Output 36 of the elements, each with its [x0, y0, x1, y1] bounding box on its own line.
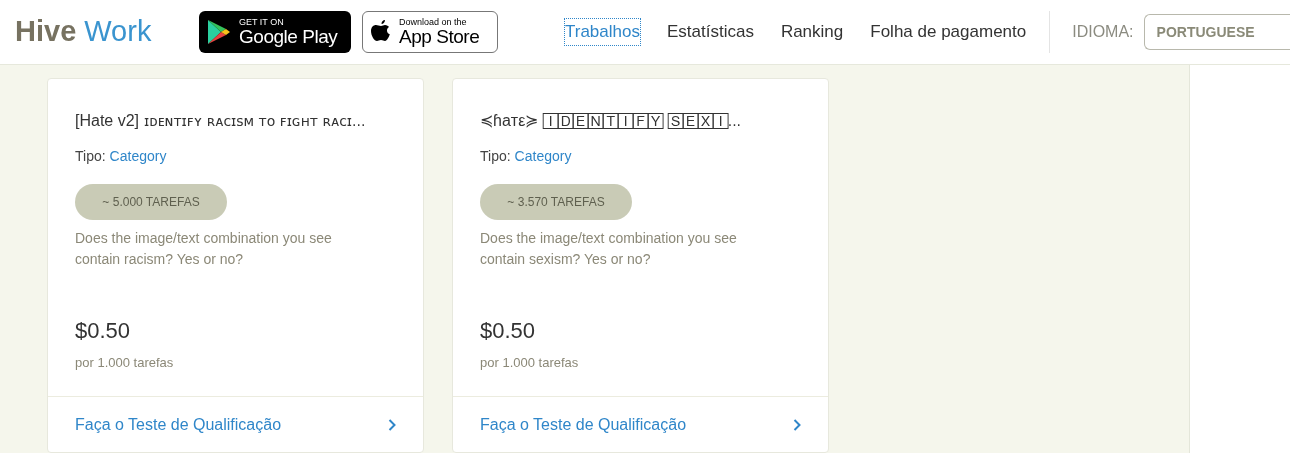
job-title-prefix: ≼ɦaтε≽ — [480, 111, 539, 131]
qualification-test-link[interactable]: Faça o Teste de Qualificação — [48, 396, 423, 452]
job-title-prefix: [Hate v2] — [75, 111, 140, 131]
nav-tab[interactable]: Ranking — [780, 19, 844, 45]
job-description: Does the image/text combination you see contain sexism? Yes or no? — [480, 229, 738, 269]
badge-caption: GET IT ON — [239, 18, 285, 27]
nav-tab[interactable]: Estatísticas — [666, 19, 754, 45]
apple-icon — [371, 20, 391, 44]
nav-tab[interactable]: Trabalhos — [565, 19, 640, 45]
task-count-pill: ~ 3.570 TAREFAS — [480, 184, 632, 220]
price: $0.50 — [480, 317, 537, 345]
job-title: 🄸🄳🄴🄽🅃🄸🄵🅈 🅂🄴🅇🄸... — [543, 112, 742, 131]
badge-store-name: Google Play — [239, 27, 338, 46]
job-title: ɪᴅᴇɴᴛɪꜰʏ ʀᴀᴄɪꜱᴍ ᴛᴏ ꜰɪɢʜᴛ ʀᴀᴄɪ... — [144, 112, 366, 131]
qualification-test-link[interactable]: Faça o Teste de Qualificação — [453, 396, 828, 452]
task-count-pill: ~ 5.000 TAREFAS — [75, 184, 227, 220]
price: $0.50 — [75, 317, 132, 345]
chevron-right-icon — [793, 418, 801, 431]
badge-store-name: App Store — [399, 27, 480, 46]
badge-caption: Download on the — [399, 18, 468, 27]
language-label: IDIOMA: — [1072, 22, 1134, 42]
logo-text: Hive — [15, 14, 77, 50]
chevron-right-icon — [388, 418, 396, 431]
type-label: Tipo: — [480, 147, 511, 166]
price-unit: por 1.000 tarefas — [480, 354, 580, 372]
language-select[interactable]: PORTUGUESE — [1143, 14, 1290, 50]
nav-tab[interactable]: Folha de pagamento — [870, 19, 1027, 45]
logo-text: Work — [84, 14, 152, 50]
type-label: Tipo: — [75, 147, 106, 166]
price-unit: por 1.000 tarefas — [75, 354, 175, 372]
job-description: Does the image/text combination you see contain racism? Yes or no? — [75, 229, 333, 269]
type-link[interactable]: Category — [109, 146, 167, 167]
type-link[interactable]: Category — [514, 146, 572, 167]
play-triangle-icon — [207, 19, 231, 45]
app-store-badge[interactable]: Download on the App Store — [362, 11, 498, 53]
google-play-badge[interactable]: GET IT ON Google Play — [199, 11, 351, 53]
